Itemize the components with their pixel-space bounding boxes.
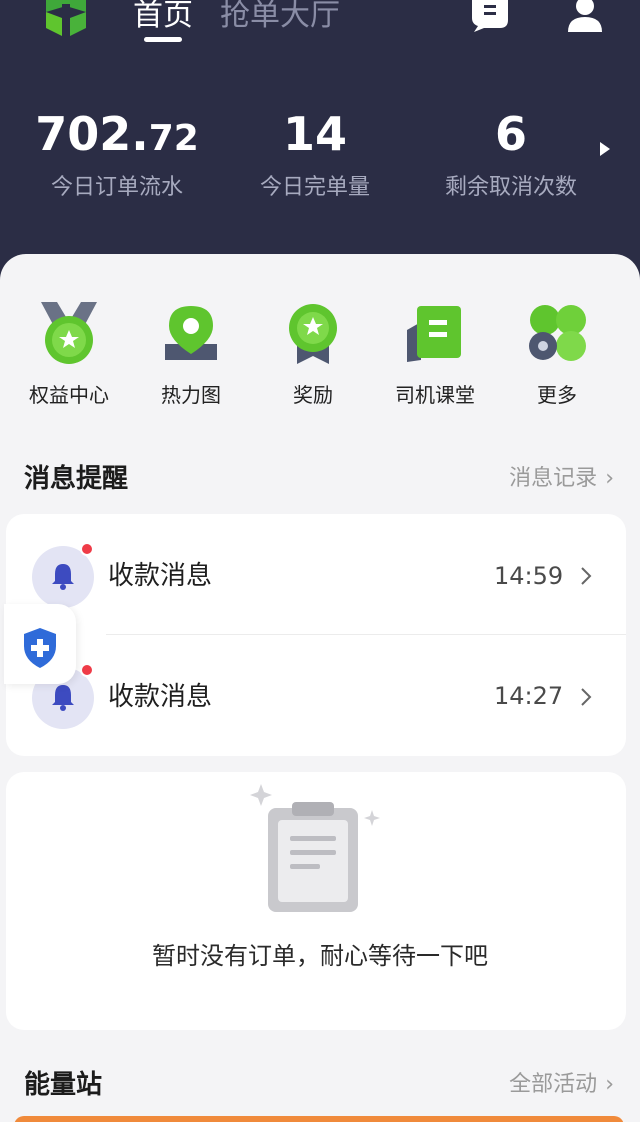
clipboard-empty-icon (250, 784, 380, 912)
stat-value: 702.72 (35, 107, 199, 161)
unread-dot (80, 542, 94, 556)
message-row[interactable]: 收款消息 14:27 (6, 635, 626, 755)
stat-value: 14 (282, 107, 347, 161)
star-badge-icon (289, 304, 337, 364)
message-title: 收款消息 (108, 561, 213, 591)
chevron-right-icon: › (605, 466, 614, 491)
user-icon[interactable] (566, 0, 604, 32)
play-arrow-icon[interactable] (598, 140, 612, 158)
quick-action-label: 更多 (537, 383, 577, 407)
more-grid-icon (529, 305, 586, 361)
stat-order-revenue[interactable]: 702.72 今日订单流水 (22, 108, 212, 202)
message-history-link[interactable]: 消息记录 › (509, 464, 614, 494)
all-activities-link[interactable]: 全部活动 › (509, 1070, 614, 1100)
stat-value: 6 (494, 107, 527, 161)
quick-action-heatmap[interactable]: 热力图 (136, 302, 246, 408)
bell-icon (52, 685, 74, 711)
book-icon (407, 306, 461, 362)
quick-action-rewards[interactable]: 奖励 (258, 302, 368, 408)
quick-action-benefits[interactable]: 权益中心 (14, 302, 124, 408)
logo-icon (46, 0, 86, 36)
energy-section-title: 能量站 (24, 1070, 103, 1100)
messages-section-title: 消息提醒 (24, 464, 129, 494)
safety-shield-button[interactable] (4, 604, 76, 684)
quick-action-driver-class[interactable]: 司机课堂 (380, 302, 490, 408)
message-row[interactable]: 收款消息 14:59 (6, 514, 626, 634)
stat-label: 剩余取消次数 (444, 175, 577, 200)
stat-remaining-cancels[interactable]: 6 剩余取消次数 (416, 108, 606, 202)
message-time: 14:27 (494, 682, 564, 710)
map-pin-icon (165, 306, 217, 360)
quick-action-label: 奖励 (293, 383, 333, 407)
stat-label: 今日订单流水 (50, 175, 183, 200)
message-history-label: 消息记录 (509, 466, 598, 491)
message-time: 14:59 (494, 562, 564, 590)
stat-label: 今日完单量 (259, 175, 370, 200)
message-title: 收款消息 (108, 682, 213, 712)
chevron-right-icon (581, 688, 592, 706)
energy-banner[interactable] (14, 1116, 624, 1122)
quick-action-label: 司机课堂 (395, 383, 475, 407)
all-activities-label: 全部活动 (509, 1072, 598, 1097)
medal-icon (41, 302, 97, 364)
quick-action-more[interactable]: 更多 (502, 302, 612, 408)
bell-avatar (32, 542, 94, 608)
tab-order-hall[interactable]: 抢单大厅 (220, 0, 340, 36)
stat-completed-orders[interactable]: 14 今日完单量 (220, 108, 410, 202)
unread-dot (80, 663, 94, 677)
message-icon[interactable] (470, 0, 510, 32)
tab-active-indicator (144, 37, 182, 42)
chevron-right-icon: › (605, 1072, 614, 1097)
shield-icon (24, 628, 56, 668)
quick-action-label: 热力图 (161, 383, 221, 407)
messages-card: 收款消息 14:59 收款消息 14:27 (6, 514, 626, 756)
bell-icon (52, 564, 74, 590)
quick-action-label: 权益中心 (29, 383, 109, 407)
tab-home[interactable]: 首页 (133, 0, 193, 36)
empty-orders-text: 暂时没有订单，耐心等待一下吧 (152, 942, 488, 970)
chevron-right-icon (581, 567, 592, 585)
